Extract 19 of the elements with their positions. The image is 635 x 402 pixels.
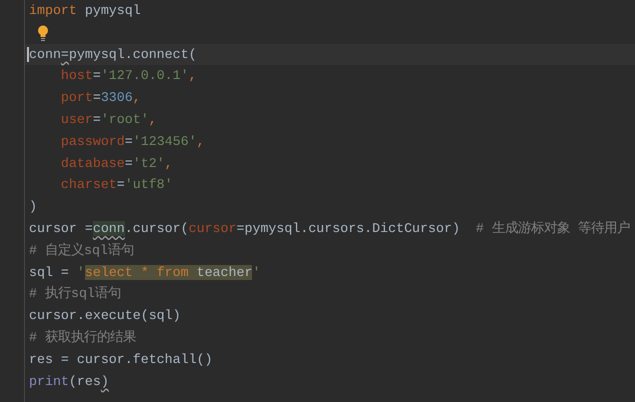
- code-line: # 获取执行的结果: [29, 328, 136, 347]
- code-line: cursor.execute(sql): [29, 307, 181, 326]
- code-line: port=3306,: [60, 89, 141, 108]
- code-line: database='t2',: [60, 154, 173, 173]
- code-line: user='root',: [60, 110, 157, 129]
- code-line: print(res): [29, 372, 109, 391]
- code-line: res = cursor.fetchall(): [29, 350, 213, 369]
- code-line: cursor =conn.cursor(cursor=pymysql.cursors.DictCursor) # 生成游标对象 等待用户: [29, 220, 630, 238]
- code-line: host='127.0.0.1',: [60, 67, 197, 86]
- text-caret: [27, 46, 29, 62]
- code-line: import pymysql: [29, 2, 141, 20]
- code-line: conn=pymysql.connect(: [29, 46, 197, 64]
- code-line: charset='utf8': [60, 176, 173, 194]
- code-line: password='123456',: [60, 132, 205, 151]
- lightbulb-icon[interactable]: [37, 24, 49, 41]
- code-line: ): [29, 198, 37, 216]
- code-line: # 执行sql语句: [29, 284, 121, 304]
- code-line: # 自定义sql语句: [29, 242, 134, 260]
- code-line: sql = 'select * from teacher': [29, 264, 260, 282]
